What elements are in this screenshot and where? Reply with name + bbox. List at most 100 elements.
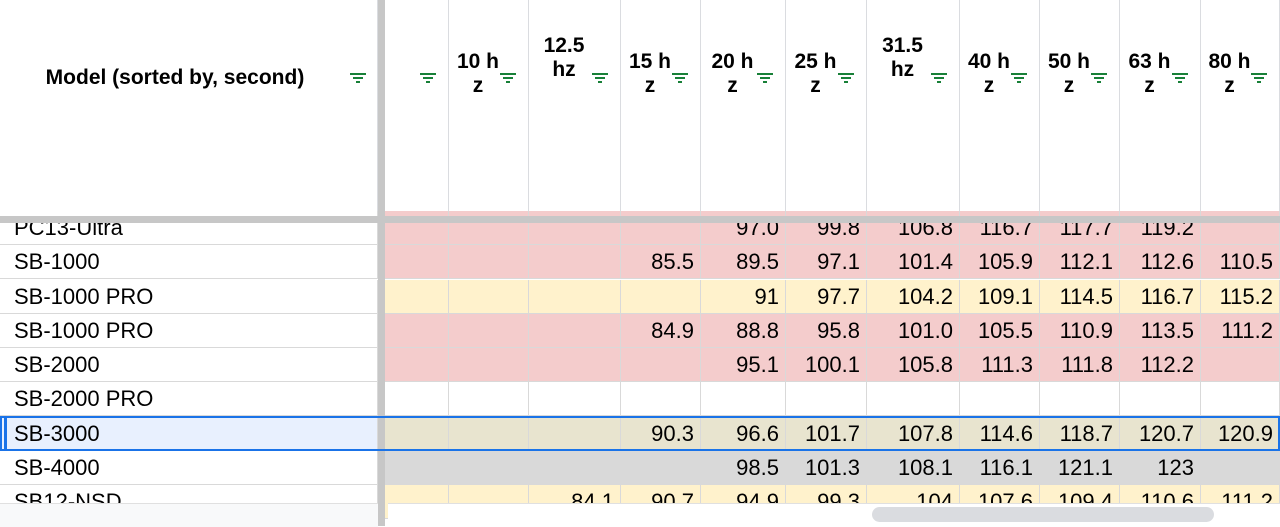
header-cell-freq[interactable]: 15 hz <box>621 0 701 216</box>
table-row[interactable]: SB-1000 PRO 84.9 88.8 95.8 101.0 105.5 110.9 11… <box>0 314 1280 348</box>
value-cell[interactable]: 101.0 <box>867 314 960 348</box>
value-cell[interactable] <box>529 451 621 485</box>
value-cell[interactable] <box>701 382 786 416</box>
value-cell[interactable]: 120.7 <box>1120 417 1201 451</box>
table-row[interactable]: SB-2000 95.1 100.1 105.8 111.3 111.8 112.2 <box>0 348 1280 382</box>
value-cell[interactable]: 91 <box>701 280 786 314</box>
value-cell[interactable] <box>621 451 701 485</box>
value-cell[interactable]: 105.5 <box>960 314 1040 348</box>
value-cell[interactable] <box>621 280 701 314</box>
model-cell[interactable]: SB-4000 <box>0 451 378 485</box>
header-cell-model[interactable]: Model (sorted by, second) <box>0 0 378 216</box>
value-cell[interactable]: 107.8 <box>867 417 960 451</box>
value-cell[interactable]: 100.1 <box>786 348 867 382</box>
value-cell[interactable]: 88.8 <box>701 314 786 348</box>
model-cell[interactable]: SB-3000 <box>0 417 378 451</box>
filter-icon[interactable] <box>931 72 947 84</box>
header-cell-freq[interactable]: 40 hz <box>960 0 1040 216</box>
value-cell[interactable] <box>449 280 529 314</box>
value-cell[interactable] <box>385 280 449 314</box>
value-cell[interactable] <box>867 382 960 416</box>
value-cell[interactable]: 89.5 <box>701 245 786 279</box>
value-cell[interactable]: 114.6 <box>960 417 1040 451</box>
value-cell[interactable]: 111.8 <box>1040 348 1120 382</box>
model-cell[interactable]: SB-1000 <box>0 245 378 279</box>
filter-icon[interactable] <box>1172 72 1188 84</box>
filter-icon[interactable] <box>592 72 608 84</box>
value-cell[interactable]: 110.5 <box>1201 245 1280 279</box>
value-cell[interactable] <box>621 348 701 382</box>
header-cell-freq[interactable]: 12.5 hz <box>529 0 621 216</box>
value-cell[interactable]: 98.5 <box>701 451 786 485</box>
value-cell[interactable]: 105.8 <box>867 348 960 382</box>
model-cell[interactable]: SB-2000 <box>0 348 378 382</box>
value-cell[interactable]: 95.8 <box>786 314 867 348</box>
value-cell[interactable] <box>449 417 529 451</box>
value-cell[interactable] <box>1201 348 1280 382</box>
value-cell[interactable]: 90.3 <box>621 417 701 451</box>
value-cell[interactable] <box>529 348 621 382</box>
filter-icon[interactable] <box>420 72 436 84</box>
value-cell[interactable]: 111.3 <box>960 348 1040 382</box>
value-cell[interactable]: 121.1 <box>1040 451 1120 485</box>
value-cell[interactable]: 111.2 <box>1201 314 1280 348</box>
value-cell[interactable]: 97.7 <box>786 280 867 314</box>
value-cell[interactable] <box>1120 382 1201 416</box>
value-cell[interactable]: 114.5 <box>1040 280 1120 314</box>
filter-icon[interactable] <box>838 72 854 84</box>
value-cell[interactable] <box>529 280 621 314</box>
value-cell[interactable]: 105.9 <box>960 245 1040 279</box>
value-cell[interactable]: 84.9 <box>621 314 701 348</box>
model-cell[interactable]: SB-1000 PRO <box>0 314 378 348</box>
value-cell[interactable] <box>385 314 449 348</box>
value-cell[interactable]: 118.7 <box>1040 417 1120 451</box>
value-cell[interactable] <box>1201 451 1280 485</box>
table-row[interactable]: SB-1000 85.5 89.5 97.1 101.4 105.9 112.1 112.6 1… <box>0 245 1280 279</box>
value-cell[interactable]: 112.2 <box>1120 348 1201 382</box>
header-cell-freq[interactable]: 63 hz <box>1120 0 1201 216</box>
value-cell[interactable] <box>449 382 529 416</box>
value-cell[interactable] <box>385 417 449 451</box>
value-cell[interactable]: 108.1 <box>867 451 960 485</box>
value-cell[interactable]: 96.6 <box>701 417 786 451</box>
value-cell[interactable]: 113.5 <box>1120 314 1201 348</box>
value-cell[interactable] <box>449 314 529 348</box>
value-cell[interactable]: 109.1 <box>960 280 1040 314</box>
value-cell[interactable] <box>385 245 449 279</box>
value-cell[interactable] <box>1040 382 1120 416</box>
header-cell-freq[interactable]: 25 hz <box>786 0 867 216</box>
value-cell[interactable] <box>1201 382 1280 416</box>
horizontal-scroll-thumb[interactable] <box>872 507 1214 522</box>
frozen-column-divider[interactable] <box>378 0 385 526</box>
value-cell[interactable]: 116.1 <box>960 451 1040 485</box>
value-cell[interactable]: 101.4 <box>867 245 960 279</box>
value-cell[interactable] <box>529 314 621 348</box>
filter-icon[interactable] <box>1011 72 1027 84</box>
value-cell[interactable]: 120.9 <box>1201 417 1280 451</box>
value-cell[interactable]: 97.1 <box>786 245 867 279</box>
value-cell[interactable] <box>529 382 621 416</box>
value-cell[interactable]: 104.2 <box>867 280 960 314</box>
value-cell[interactable]: 101.7 <box>786 417 867 451</box>
model-cell[interactable]: SB-1000 PRO <box>0 280 378 314</box>
value-cell[interactable] <box>529 245 621 279</box>
header-cell-freq[interactable]: 20 hz <box>701 0 786 216</box>
value-cell[interactable]: 115.2 <box>1201 280 1280 314</box>
table-row[interactable]: SB-4000 98.5 101.3 108.1 116.1 121.1 123 <box>0 451 1280 485</box>
value-cell[interactable]: 110.9 <box>1040 314 1120 348</box>
value-cell[interactable]: 101.3 <box>786 451 867 485</box>
value-cell[interactable]: 85.5 <box>621 245 701 279</box>
spreadsheet-grid[interactable]: Model (sorted by, second) 10 hz 12.5 hz 15… <box>0 0 1280 526</box>
filter-icon[interactable] <box>350 72 366 84</box>
filter-icon[interactable] <box>672 72 688 84</box>
header-cell-freq[interactable] <box>385 0 449 216</box>
value-cell[interactable] <box>449 245 529 279</box>
value-cell[interactable] <box>449 348 529 382</box>
value-cell[interactable] <box>621 382 701 416</box>
value-cell[interactable]: 112.6 <box>1120 245 1201 279</box>
header-cell-freq[interactable]: 50 hz <box>1040 0 1120 216</box>
value-cell[interactable] <box>529 417 621 451</box>
filter-icon[interactable] <box>500 72 516 84</box>
value-cell[interactable] <box>960 382 1040 416</box>
header-cell-freq[interactable]: 80 hz <box>1201 0 1280 216</box>
